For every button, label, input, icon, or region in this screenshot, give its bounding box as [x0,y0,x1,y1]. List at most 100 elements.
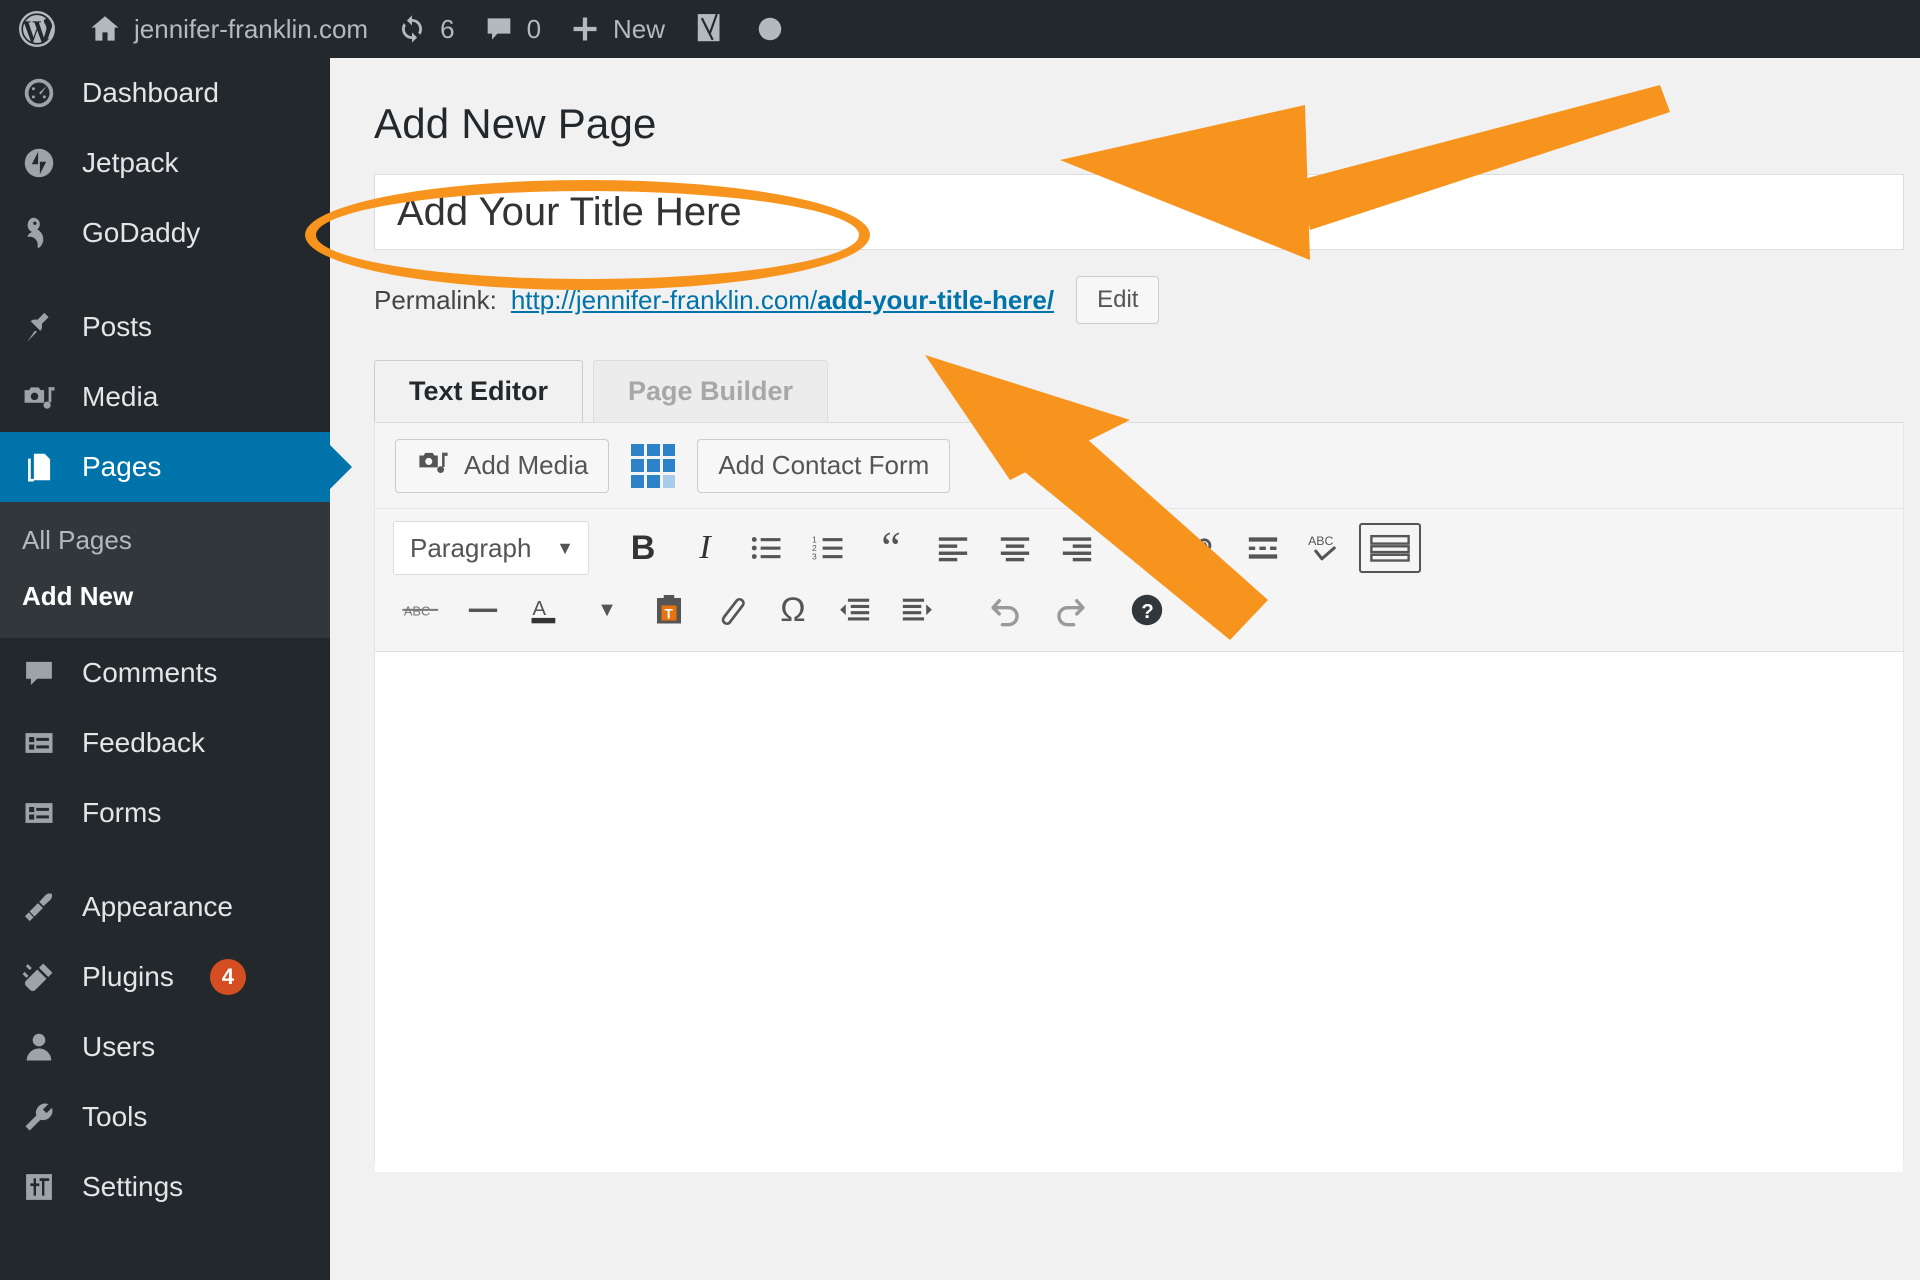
horizontal-rule-icon[interactable] [455,582,511,638]
editor-tabs: Text Editor Page Builder [374,360,1920,422]
sidebar-item-pages[interactable]: Pages [0,432,330,502]
editor-toolbar: Paragraph ▼ B I 1 2 3 “ ABC ABC A ▼ T Ω … [375,509,1903,652]
sidebar-subitem-label: Add New [22,580,134,611]
undo-icon[interactable] [979,582,1035,638]
title-field[interactable]: Add Your Title Here [374,174,1904,250]
tab-page-builder[interactable]: Page Builder [593,360,829,422]
add-contact-form-button[interactable]: Add Contact Form [697,438,951,493]
edit-permalink-button[interactable]: Edit [1076,276,1160,324]
comments-count: 0 [526,13,542,44]
pin-icon [18,306,60,348]
add-media-button[interactable]: Add Media [395,438,610,493]
sidebar-item-label: Media [82,381,159,412]
decrease-indent-icon[interactable] [827,582,883,638]
format-select[interactable]: Paragraph ▼ [393,521,589,575]
avatar-icon [755,14,785,44]
remove-link-icon[interactable] [1173,520,1229,576]
dashboard-icon [18,72,60,114]
feedback-icon [18,722,60,764]
sidebar-item-users[interactable]: Users [0,1012,330,1082]
format-select-value: Paragraph [410,532,532,563]
svg-text:3: 3 [812,551,817,561]
svg-text:ABC: ABC [1308,534,1333,548]
sidebar-item-label: GoDaddy [82,217,201,248]
svg-text:ABC: ABC [404,604,430,619]
sidebar-item-label: Comments [82,657,218,688]
camera-icon [18,376,60,418]
sidebar-item-posts[interactable]: Posts [0,292,330,362]
align-center-icon[interactable] [987,520,1043,576]
tab-text-editor[interactable]: Text Editor [374,360,584,422]
grid-icon[interactable] [631,443,676,488]
editor-content-area[interactable] [375,652,1903,1172]
strikethrough-icon[interactable]: ABC [393,582,449,638]
bulleted-list-icon[interactable] [739,520,795,576]
sidebar-item-tools[interactable]: Tools [0,1082,330,1152]
new-content-menu[interactable]: New [555,0,679,58]
title-field-wrapper: Add Your Title Here [374,174,1904,250]
yoast-seo-menu[interactable] [679,0,741,58]
insert-link-icon[interactable] [1111,520,1167,576]
italic-icon[interactable]: I [677,520,733,576]
admin-bar: jennifer-franklin.com 6 0 New [0,0,1920,58]
numbered-list-icon[interactable]: 1 2 3 [801,520,857,576]
wordpress-logo-menu[interactable] [0,0,74,58]
paintbrush-icon [18,886,60,928]
increase-indent-icon[interactable] [889,582,945,638]
read-more-icon[interactable] [1235,520,1291,576]
blockquote-icon[interactable]: “ [863,520,919,576]
editor-toolbar-row-2: ABC A ▼ T Ω ? [393,579,1903,641]
camera-icon [416,445,450,486]
svg-text:?: ? [1141,600,1154,623]
keyboard-shortcuts-help-icon[interactable]: ? [1119,582,1175,638]
sidebar-item-jetpack[interactable]: Jetpack [0,128,330,198]
svg-text:T: T [665,606,674,621]
main-content: Add New Page Add Your Title Here Permali… [330,58,1920,1280]
permalink-url[interactable]: http://jennifer-franklin.com/add-your-ti… [511,285,1054,316]
updates-menu[interactable]: 6 [382,0,468,58]
clear-formatting-icon[interactable] [703,582,759,638]
user-icon [18,1026,60,1068]
text-color-dropdown-icon[interactable]: ▼ [579,582,635,638]
align-left-icon[interactable] [925,520,981,576]
chevron-down-icon: ▼ [556,537,574,558]
wrench-icon [18,1096,60,1138]
editor-panel: Add Media Add Contact Form Paragraph ▼ B… [374,422,1904,1172]
admin-sidebar-menu: Dashboard Jetpack GoDaddy Posts Media Pa… [0,58,330,1280]
align-right-icon[interactable] [1049,520,1105,576]
comments-menu[interactable]: 0 [469,0,555,58]
sidebar-separator [0,848,330,872]
sidebar-subitem-add-new[interactable]: Add New [0,568,330,624]
spellcheck-icon[interactable]: ABC [1297,520,1353,576]
site-name-menu[interactable]: jennifer-franklin.com [74,0,382,58]
paste-as-text-icon[interactable]: T [641,582,697,638]
special-character-icon[interactable]: Ω [765,582,821,638]
sidebar-item-plugins[interactable]: Plugins 4 [0,942,330,1012]
sidebar-item-appearance[interactable]: Appearance [0,872,330,942]
sidebar-item-settings[interactable]: Settings [0,1152,330,1222]
page-title: Add New Page [374,100,657,147]
sidebar-item-dashboard[interactable]: Dashboard [0,58,330,128]
bold-icon[interactable]: B [615,520,671,576]
toolbar-toggle-icon[interactable] [1359,523,1421,573]
home-icon [88,12,122,46]
sidebar-item-label: Pages [82,451,162,482]
plugins-update-badge: 4 [209,959,246,995]
sidebar-item-label: Forms [82,797,162,828]
permalink-slug: add-your-title-here/ [817,284,1055,315]
sidebar-subitem-all-pages[interactable]: All Pages [0,512,330,568]
sidebar-item-comments[interactable]: Comments [0,638,330,708]
redo-icon[interactable] [1041,582,1097,638]
permalink-label: Permalink: [374,284,497,315]
sidebar-item-godaddy[interactable]: GoDaddy [0,198,330,268]
plus-icon [569,13,601,45]
text-color-icon[interactable]: A [517,582,573,638]
sidebar-item-feedback[interactable]: Feedback [0,708,330,778]
jetpack-icon [18,142,60,184]
sidebar-item-media[interactable]: Media [0,362,330,432]
sidebar-item-label: Users [82,1031,156,1062]
account-menu[interactable] [741,0,799,58]
sidebar-item-forms[interactable]: Forms [0,778,330,848]
sidebar-item-label: Dashboard [82,77,219,108]
sidebar-item-label: Tools [82,1101,148,1132]
